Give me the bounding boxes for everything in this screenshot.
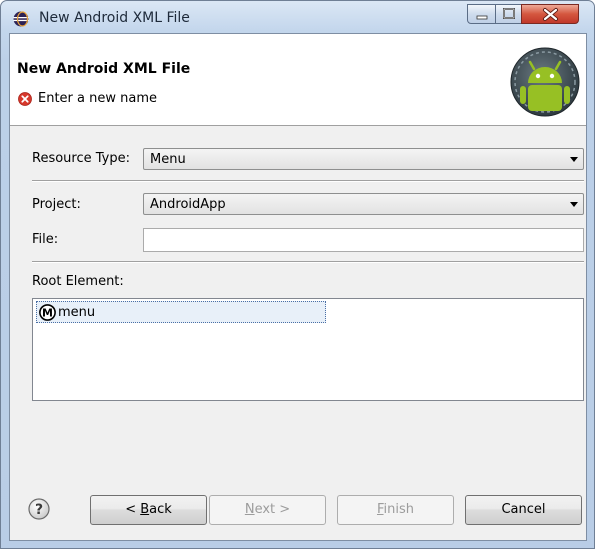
back-button-label: < Back — [125, 502, 172, 517]
finish-button-label: Finish — [376, 502, 415, 517]
resource-type-select[interactable]: Menu — [143, 148, 584, 170]
android-logo — [510, 47, 580, 117]
window-title: New Android XML File — [39, 10, 190, 26]
svg-text:?: ? — [35, 502, 43, 518]
finish-button[interactable]: Finish — [337, 495, 454, 525]
file-label: File: — [32, 232, 59, 247]
next-button-label: Next > — [244, 502, 291, 517]
help-icon[interactable]: ? — [28, 498, 50, 520]
back-button[interactable]: < Back — [90, 495, 207, 525]
chevron-down-icon — [570, 157, 578, 162]
status-message: Enter a new name — [38, 91, 157, 106]
root-element-list[interactable]: M menu — [32, 298, 584, 401]
maximize-button[interactable] — [495, 4, 522, 24]
title-bar[interactable]: New Android XML File — [1, 1, 594, 37]
minimize-button[interactable] — [467, 4, 496, 24]
cancel-button[interactable]: Cancel — [465, 495, 582, 525]
page-title: New Android XML File — [17, 61, 191, 77]
close-button[interactable] — [521, 4, 579, 24]
resource-type-value: Menu — [150, 152, 186, 167]
project-value: AndroidApp — [150, 197, 226, 212]
maximize-icon — [503, 8, 515, 19]
dialog-window: New Android XML File New Android XML Fil… — [0, 0, 595, 549]
svg-text:M: M — [42, 307, 53, 320]
minimize-icon — [476, 15, 488, 20]
menu-element-icon: M — [39, 304, 56, 321]
eclipse-app-icon — [13, 11, 29, 27]
list-item-label: menu — [58, 305, 96, 320]
separator — [32, 261, 584, 263]
project-select[interactable]: AndroidApp — [143, 193, 584, 215]
dialog-client-area: New Android XML File Enter a new name Re… — [9, 33, 587, 541]
file-name-input[interactable] — [143, 228, 584, 252]
list-item[interactable]: M menu — [36, 301, 326, 323]
project-label: Project: — [32, 197, 81, 212]
wizard-header: New Android XML File Enter a new name — [10, 34, 586, 126]
close-icon — [543, 8, 558, 21]
error-icon — [18, 92, 32, 106]
next-button[interactable]: Next > — [209, 495, 326, 525]
chevron-down-icon — [570, 202, 578, 207]
separator — [32, 180, 584, 182]
cancel-button-label: Cancel — [501, 502, 546, 517]
root-element-label: Root Element: — [32, 274, 124, 289]
resource-type-label: Resource Type: — [32, 151, 130, 166]
